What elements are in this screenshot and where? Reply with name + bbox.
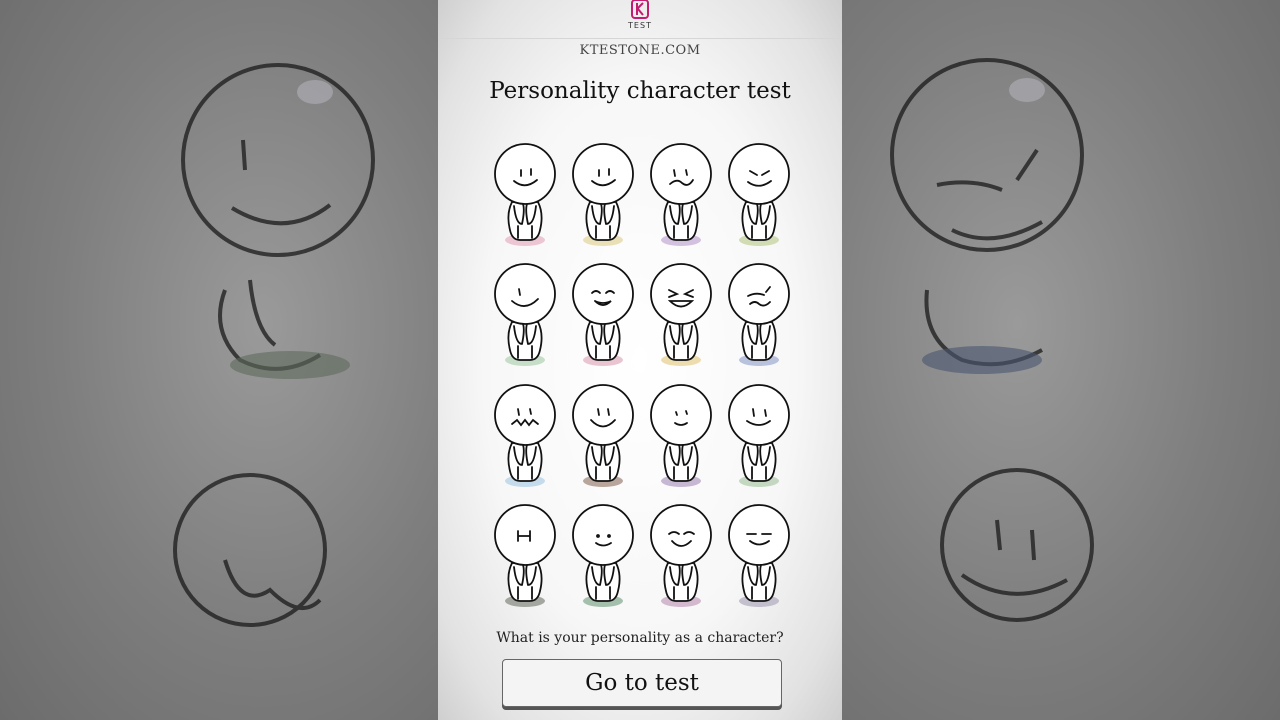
- character-item: [724, 501, 794, 613]
- character-item: [490, 381, 560, 493]
- character-item: [646, 140, 716, 252]
- character-grin-icon: [494, 263, 556, 366]
- character-grid: [490, 140, 800, 618]
- character-angry-smile-icon: [728, 143, 790, 246]
- site-name: KTESTONE.COM: [579, 43, 701, 58]
- character-item: [724, 260, 794, 372]
- page-title: Personality character test: [489, 78, 791, 104]
- background-right: [842, 0, 1280, 720]
- background-left: [0, 0, 438, 720]
- character-item: [724, 140, 794, 252]
- character-shocked-icon: [494, 504, 556, 607]
- character-smile-lines-icon: [572, 143, 634, 246]
- k-logo-icon: [631, 0, 649, 19]
- character-content-icon: [650, 504, 712, 607]
- character-smirk-icon: [650, 143, 712, 246]
- question-text: What is your personality as a character?: [496, 630, 784, 646]
- go-to-test-button[interactable]: Go to test: [502, 659, 782, 707]
- top-bar: TEST: [438, 0, 842, 39]
- character-item: [646, 501, 716, 613]
- logo-text: TEST: [628, 21, 652, 30]
- character-laugh-squint-icon: [650, 263, 712, 366]
- character-dot-smile-icon: [572, 504, 634, 607]
- character-item: [568, 260, 638, 372]
- ktest-logo[interactable]: TEST: [628, 0, 652, 30]
- blurred-character-right-icon: [890, 58, 1094, 622]
- character-item: [646, 381, 716, 493]
- character-wavy-icon: [494, 384, 556, 487]
- character-small-smile-icon: [650, 384, 712, 487]
- character-item: [646, 260, 716, 372]
- character-item: [490, 140, 560, 252]
- character-big-smile-icon: [572, 384, 634, 487]
- blurred-character-left-icon: [173, 63, 375, 627]
- character-calm-icon: [728, 384, 790, 487]
- character-item: [568, 140, 638, 252]
- character-happy-closed-icon: [572, 263, 634, 366]
- character-item: [490, 260, 560, 372]
- character-sleepy-icon: [728, 504, 790, 607]
- phone-screen: TEST KTESTONE.COM Personality character …: [438, 0, 842, 720]
- character-item: [568, 381, 638, 493]
- character-wink-frown-icon: [728, 263, 790, 366]
- character-smile-lines-icon: [494, 143, 556, 246]
- character-item: [568, 501, 638, 613]
- character-item: [724, 381, 794, 493]
- character-item: [490, 501, 560, 613]
